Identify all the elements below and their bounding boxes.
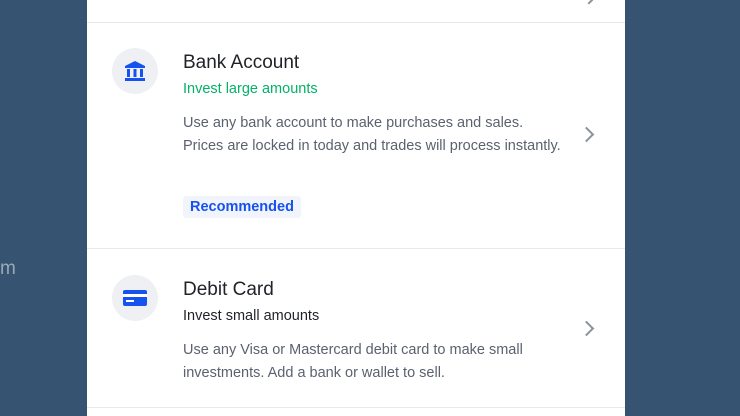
chevron-right-icon <box>580 0 598 5</box>
payment-method-panel: Bank Account Invest large amounts Use an… <box>87 0 625 416</box>
option-debit-card[interactable]: Debit Card Invest small amounts Use any … <box>87 249 625 407</box>
credit-card-icon <box>123 290 147 306</box>
option-title: Bank Account <box>183 52 300 73</box>
bank-icon <box>125 61 145 81</box>
chevron-right-icon <box>578 126 595 143</box>
background-text-fragment: m <box>0 258 17 279</box>
option-subtitle: Invest large amounts <box>183 81 318 97</box>
bank-icon-container <box>112 48 158 94</box>
option-description: Use any Visa or Mastercard debit card to… <box>183 342 523 381</box>
option-description: Use any bank account to make purchases a… <box>183 115 561 154</box>
chevron-right-icon <box>578 320 595 337</box>
recommended-badge: Recommended <box>183 196 301 218</box>
divider <box>87 407 625 408</box>
option-bank-account[interactable]: Bank Account Invest large amounts Use an… <box>87 23 625 248</box>
option-title: Debit Card <box>183 279 274 300</box>
credit-card-icon-container <box>112 275 158 321</box>
option-subtitle: Invest small amounts <box>183 308 320 324</box>
